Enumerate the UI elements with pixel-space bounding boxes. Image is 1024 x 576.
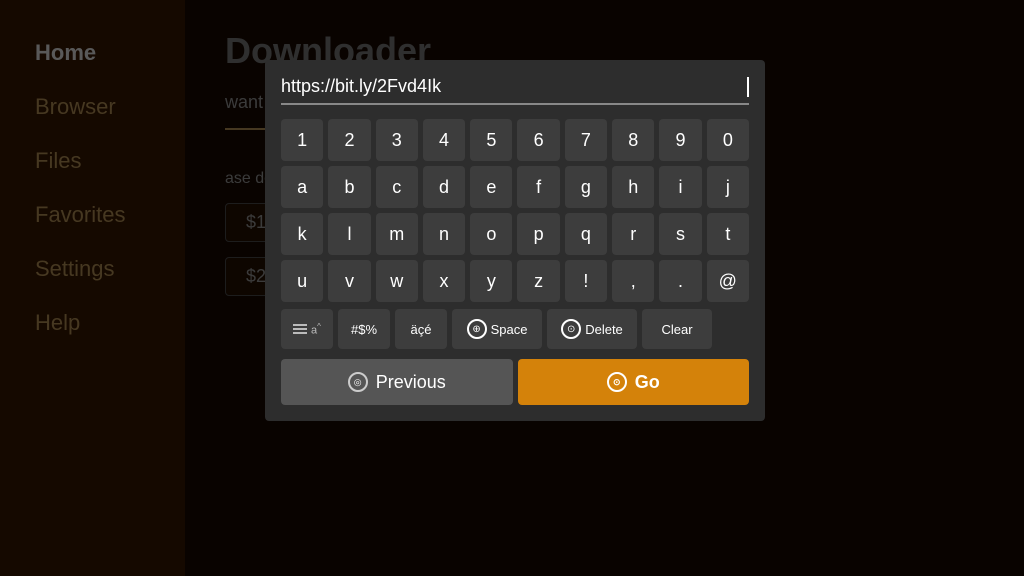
key-3[interactable]: 3 xyxy=(376,119,418,161)
previous-button[interactable]: ◎ Previous xyxy=(281,359,513,405)
special-row: a^ #$% äçé ⊕ Space ⊙ Delete Clear xyxy=(281,309,749,349)
accents-label: äçé xyxy=(411,322,432,337)
key-exclaim[interactable]: ! xyxy=(565,260,607,302)
key-1[interactable]: 1 xyxy=(281,119,323,161)
key-m[interactable]: m xyxy=(376,213,418,255)
key-w[interactable]: w xyxy=(376,260,418,302)
alpha-row-2: k l m n o p q r s t xyxy=(281,213,749,255)
key-5[interactable]: 5 xyxy=(470,119,512,161)
key-8[interactable]: 8 xyxy=(612,119,654,161)
url-input-area[interactable]: https://bit.ly/2Fvd4Ik xyxy=(281,76,749,105)
key-d[interactable]: d xyxy=(423,166,465,208)
key-6[interactable]: 6 xyxy=(517,119,559,161)
go-label: Go xyxy=(635,372,660,393)
url-input[interactable]: https://bit.ly/2Fvd4Ik xyxy=(281,76,747,97)
alpha-row-1: a b c d e f g h i j xyxy=(281,166,749,208)
symbols-label: #$% xyxy=(351,322,377,337)
space-key[interactable]: ⊕ Space xyxy=(452,309,542,349)
key-c[interactable]: c xyxy=(376,166,418,208)
key-j[interactable]: j xyxy=(707,166,749,208)
symbols-key[interactable]: #$% xyxy=(338,309,390,349)
key-comma[interactable]: , xyxy=(612,260,654,302)
menu-icon xyxy=(293,324,307,334)
previous-icon: ◎ xyxy=(348,372,368,392)
key-q[interactable]: q xyxy=(565,213,607,255)
key-2[interactable]: 2 xyxy=(328,119,370,161)
key-z[interactable]: z xyxy=(517,260,559,302)
key-9[interactable]: 9 xyxy=(659,119,701,161)
key-b[interactable]: b xyxy=(328,166,370,208)
key-4[interactable]: 4 xyxy=(423,119,465,161)
key-r[interactable]: r xyxy=(612,213,654,255)
go-button[interactable]: ⊙ Go xyxy=(518,359,750,405)
key-7[interactable]: 7 xyxy=(565,119,607,161)
delete-label: Delete xyxy=(585,322,623,337)
key-y[interactable]: y xyxy=(470,260,512,302)
key-h[interactable]: h xyxy=(612,166,654,208)
number-row: 1 2 3 4 5 6 7 8 9 0 xyxy=(281,119,749,161)
abc-label: a^ xyxy=(311,322,321,337)
menu-key[interactable]: a^ xyxy=(281,309,333,349)
key-x[interactable]: x xyxy=(423,260,465,302)
key-s[interactable]: s xyxy=(659,213,701,255)
key-at[interactable]: @ xyxy=(707,260,749,302)
key-v[interactable]: v xyxy=(328,260,370,302)
key-o[interactable]: o xyxy=(470,213,512,255)
key-n[interactable]: n xyxy=(423,213,465,255)
space-icon: ⊕ xyxy=(467,319,487,339)
key-a[interactable]: a xyxy=(281,166,323,208)
key-p[interactable]: p xyxy=(517,213,559,255)
key-i[interactable]: i xyxy=(659,166,701,208)
delete-key[interactable]: ⊙ Delete xyxy=(547,309,637,349)
alpha-row-3: u v w x y z ! , . @ xyxy=(281,260,749,302)
text-cursor xyxy=(747,77,749,97)
accents-key[interactable]: äçé xyxy=(395,309,447,349)
key-period[interactable]: . xyxy=(659,260,701,302)
key-k[interactable]: k xyxy=(281,213,323,255)
key-f[interactable]: f xyxy=(517,166,559,208)
key-u[interactable]: u xyxy=(281,260,323,302)
key-g[interactable]: g xyxy=(565,166,607,208)
clear-label: Clear xyxy=(661,322,692,337)
key-0[interactable]: 0 xyxy=(707,119,749,161)
go-icon: ⊙ xyxy=(607,372,627,392)
keyboard-grid: 1 2 3 4 5 6 7 8 9 0 a b c d e f g h i j … xyxy=(281,119,749,405)
keyboard-modal: https://bit.ly/2Fvd4Ik 1 2 3 4 5 6 7 8 9… xyxy=(265,60,765,421)
previous-label: Previous xyxy=(376,372,446,393)
space-label: Space xyxy=(491,322,528,337)
key-t[interactable]: t xyxy=(707,213,749,255)
delete-icon: ⊙ xyxy=(561,319,581,339)
clear-key[interactable]: Clear xyxy=(642,309,712,349)
bottom-buttons: ◎ Previous ⊙ Go xyxy=(281,359,749,405)
key-l[interactable]: l xyxy=(328,213,370,255)
key-e[interactable]: e xyxy=(470,166,512,208)
